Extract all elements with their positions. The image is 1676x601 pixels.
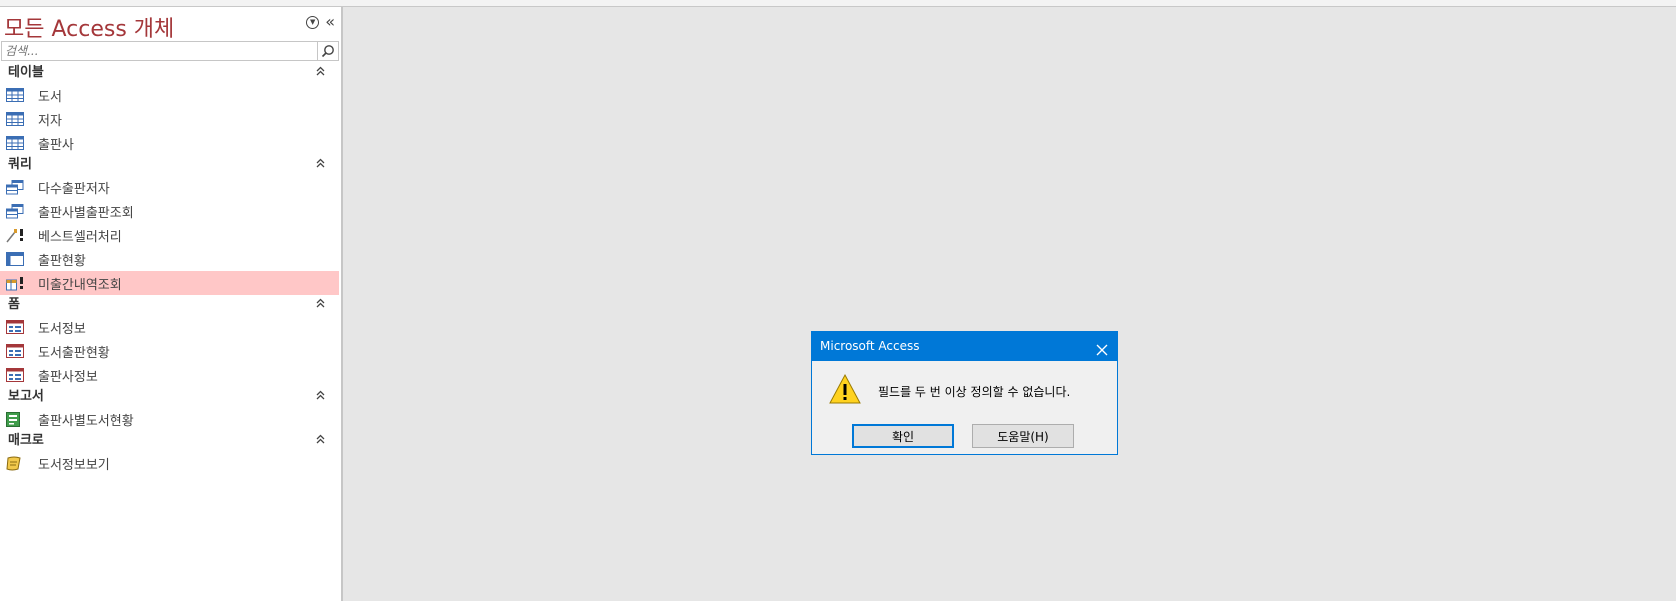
nav-pane-title[interactable]: 모든 Access 개체	[4, 11, 174, 43]
message-dialog: Microsoft Access 필드를 두 번 이상 정의할 수 없습니다. …	[811, 331, 1118, 455]
form-icon	[6, 367, 28, 383]
nav-group-label: 테이블	[8, 65, 44, 80]
nav-group-label: 폼	[8, 297, 20, 312]
dialog-message: 필드를 두 번 이상 정의할 수 없습니다.	[878, 385, 1071, 399]
nav-item-label: 저자	[38, 113, 62, 129]
nav-item[interactable]: 출판사별도서현황	[0, 407, 339, 431]
nav-item[interactable]: 저자	[0, 107, 339, 131]
nav-groups: 테이블도서저자출판사쿼리다수출판저자출판사별출판조회베스트셀러처리출판현황미출간…	[0, 63, 341, 475]
nav-item[interactable]: 출판사정보	[0, 363, 339, 387]
nav-item[interactable]: 도서출판현황	[0, 339, 339, 363]
nav-group-label: 보고서	[8, 389, 44, 404]
nav-item[interactable]: 베스트셀러처리	[0, 223, 339, 247]
nav-item-label: 다수출판저자	[38, 181, 110, 197]
report-icon	[6, 411, 28, 427]
nav-item[interactable]: 출판현황	[0, 247, 339, 271]
table-icon	[6, 135, 28, 151]
nav-item-label: 출판사정보	[38, 369, 98, 385]
nav-group-label: 쿼리	[8, 157, 32, 172]
search-input[interactable]	[2, 43, 317, 59]
collapse-group-icon[interactable]	[316, 431, 325, 451]
collapse-group-icon[interactable]	[316, 295, 325, 315]
warning-icon	[828, 373, 862, 409]
make-table-query-icon	[6, 275, 28, 291]
nav-item-label: 출판사별출판조회	[38, 205, 134, 221]
nav-group-header[interactable]: 테이블	[0, 63, 341, 83]
collapse-group-icon[interactable]	[316, 63, 325, 83]
search-icon[interactable]	[317, 42, 338, 60]
nav-item-label: 출판사별도서현황	[38, 413, 134, 429]
dialog-body: 필드를 두 번 이상 정의할 수 없습니다. 확인 도움말(H)	[812, 361, 1117, 454]
close-icon[interactable]	[1095, 339, 1109, 356]
query-icon	[6, 203, 28, 219]
nav-menu-dropdown-icon[interactable]: ▼	[306, 15, 320, 29]
nav-item-label: 베스트셀러처리	[38, 229, 122, 245]
nav-item[interactable]: 미출간내역조회	[0, 271, 339, 295]
collapse-group-icon[interactable]	[316, 155, 325, 175]
nav-item-label: 도서	[38, 89, 62, 105]
navigation-pane: 모든 Access 개체 ▼ « 테이블도서저자출판사쿼리다수출판저자출판사별출…	[0, 7, 343, 601]
dialog-title: Microsoft Access	[820, 339, 920, 353]
nav-item-label: 도서정보보기	[38, 457, 110, 473]
nav-header-controls: ▼ «	[306, 14, 335, 30]
shutter-bar-collapse-icon[interactable]: «	[325, 14, 335, 30]
nav-group-header[interactable]: 쿼리	[0, 155, 341, 175]
table-icon	[6, 87, 28, 103]
nav-group-header[interactable]: 매크로	[0, 431, 341, 451]
nav-group-label: 매크로	[8, 433, 44, 448]
nav-item[interactable]: 도서정보	[0, 315, 339, 339]
search-box	[1, 41, 339, 61]
collapse-group-icon[interactable]	[316, 387, 325, 407]
nav-item[interactable]: 다수출판저자	[0, 175, 339, 199]
ribbon-edge	[0, 0, 1676, 7]
nav-group-header[interactable]: 폼	[0, 295, 341, 315]
help-button[interactable]: 도움말(H)	[972, 424, 1074, 448]
form-icon	[6, 343, 28, 359]
nav-header: 모든 Access 개체 ▼ «	[0, 7, 341, 43]
table-icon	[6, 111, 28, 127]
nav-item[interactable]: 도서정보보기	[0, 451, 339, 475]
nav-item-label: 출판현황	[38, 253, 86, 269]
nav-item-label: 미출간내역조회	[38, 277, 122, 293]
nav-group-header[interactable]: 보고서	[0, 387, 341, 407]
macro-icon	[6, 455, 28, 471]
update-query-icon	[6, 227, 28, 243]
dialog-titlebar: Microsoft Access	[812, 332, 1117, 361]
form-icon	[6, 319, 28, 335]
nav-item-label: 도서출판현황	[38, 345, 110, 361]
ok-button[interactable]: 확인	[852, 424, 954, 448]
nav-item-label: 도서정보	[38, 321, 86, 337]
query-icon	[6, 179, 28, 195]
crosstab-query-icon	[6, 251, 28, 267]
nav-item[interactable]: 출판사	[0, 131, 339, 155]
nav-item[interactable]: 도서	[0, 83, 339, 107]
nav-item-label: 출판사	[38, 137, 74, 153]
nav-item[interactable]: 출판사별출판조회	[0, 199, 339, 223]
